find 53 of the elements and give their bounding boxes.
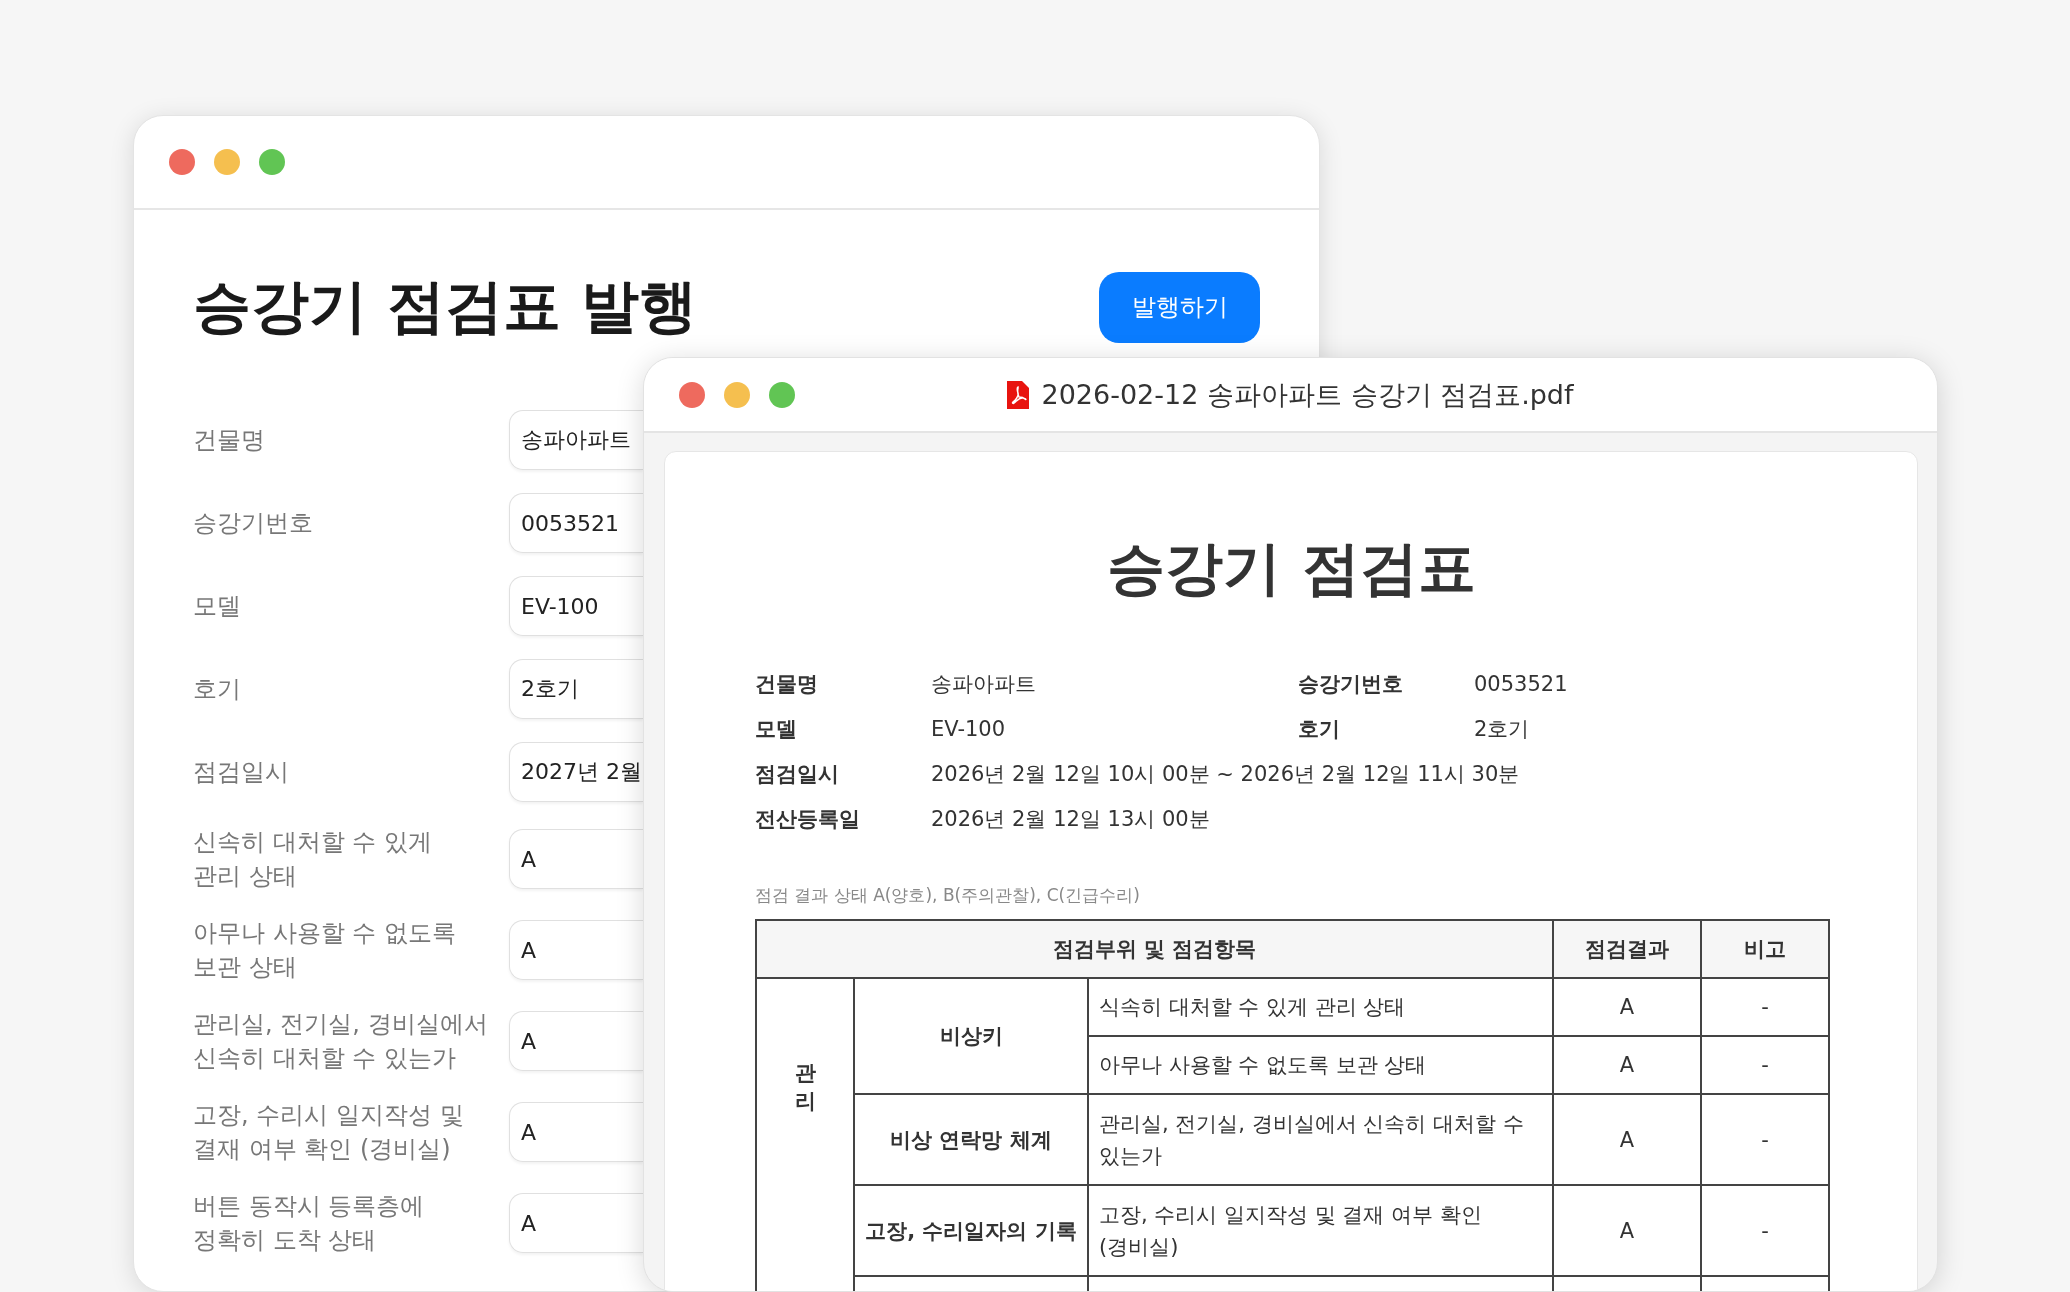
- page-title: 승강기 점검표 발행: [193, 271, 698, 342]
- column-header: 점검결과: [1553, 920, 1701, 978]
- item-cell: 관리실, 전기실, 경비실에서 신속히 대처할 수 있는가: [1088, 1094, 1553, 1185]
- info-value: 2026년 2월 12일 13시 00분: [931, 806, 1211, 833]
- legend-text: 점검 결과 상태 A(양호), B(주의관찰), C(긴급수리): [755, 884, 1141, 907]
- note-cell: -: [1701, 1036, 1829, 1094]
- note-cell: -: [1701, 1185, 1829, 1276]
- result-cell: A: [1553, 1036, 1701, 1094]
- info-value: EV-100: [931, 716, 1007, 743]
- info-label: 호기: [1298, 716, 1341, 743]
- field-label: 아무나 사용할 수 없도록 보관 상태: [193, 918, 457, 983]
- column-header: 비고: [1701, 920, 1829, 978]
- info-label: 건물명: [755, 671, 819, 698]
- pdf-file-icon: [1007, 380, 1030, 409]
- section-cell: 비상 연락망 체계: [854, 1094, 1088, 1185]
- close-button[interactable]: [679, 381, 705, 408]
- publish-button[interactable]: 발행하기: [1099, 271, 1260, 343]
- item-cell: 고장, 수리시 일지작성 및 결재 여부 확인 (경비실): [1088, 1185, 1553, 1276]
- item-cell: 식속히 대처할 수 있게 관리 상태: [1088, 978, 1553, 1036]
- field-label: 모델: [193, 591, 242, 622]
- maximize-button[interactable]: [769, 381, 795, 408]
- note-cell: -: [1701, 1094, 1829, 1185]
- maximize-button[interactable]: [259, 149, 285, 175]
- info-value: 2026년 2월 12일 10시 00분 ~ 2026년 2월 12일 11시 30분: [931, 761, 1521, 788]
- field-label: 버튼 동작시 등록층에 정확히 도착 상태: [193, 1191, 426, 1256]
- info-label: 전산등록일: [755, 806, 861, 833]
- close-button[interactable]: [169, 149, 195, 175]
- field-label: 건물명: [193, 425, 266, 456]
- field-label: 호기: [193, 674, 242, 705]
- result-cell: A: [1553, 978, 1701, 1036]
- info-label: 승강기번호: [1298, 671, 1404, 698]
- field-label: 관리실, 전기실, 경비실에서 신속히 대처할 수 있는가: [193, 1009, 489, 1074]
- result-cell: A: [1553, 1094, 1701, 1185]
- section-cell: 비상키: [854, 978, 1088, 1094]
- info-label: 점검일시: [755, 761, 840, 788]
- field-label: 승강기번호: [193, 508, 314, 539]
- info-label: 모델: [755, 716, 798, 743]
- section-cell: 고장, 수리일자의 기록: [854, 1185, 1088, 1276]
- info-value: 0053521: [1474, 671, 1569, 698]
- category-label: 관리: [794, 1060, 816, 1116]
- info-value: 송파아파트: [931, 671, 1037, 698]
- document-title: 승강기 점검표: [1106, 533, 1477, 604]
- info-value: 2호기: [1474, 716, 1531, 743]
- item-cell: 아무나 사용할 수 없도록 보관 상태: [1088, 1036, 1553, 1094]
- column-header: 점검부위 및 점검항목: [756, 920, 1553, 978]
- minimize-button[interactable]: [724, 381, 750, 408]
- minimize-button[interactable]: [214, 149, 240, 175]
- note-cell: -: [1701, 978, 1829, 1036]
- window-title: 2026-02-12 송파아파트 승강기 점검표.pdf: [1041, 377, 1574, 412]
- field-label: 고장, 수리시 일지작성 및 결재 여부 확인 (경비실): [193, 1100, 465, 1165]
- field-label: 점검일시: [193, 757, 290, 788]
- field-label: 신속히 대처할 수 있게 관리 상태: [193, 827, 433, 892]
- result-cell: A: [1553, 1185, 1701, 1276]
